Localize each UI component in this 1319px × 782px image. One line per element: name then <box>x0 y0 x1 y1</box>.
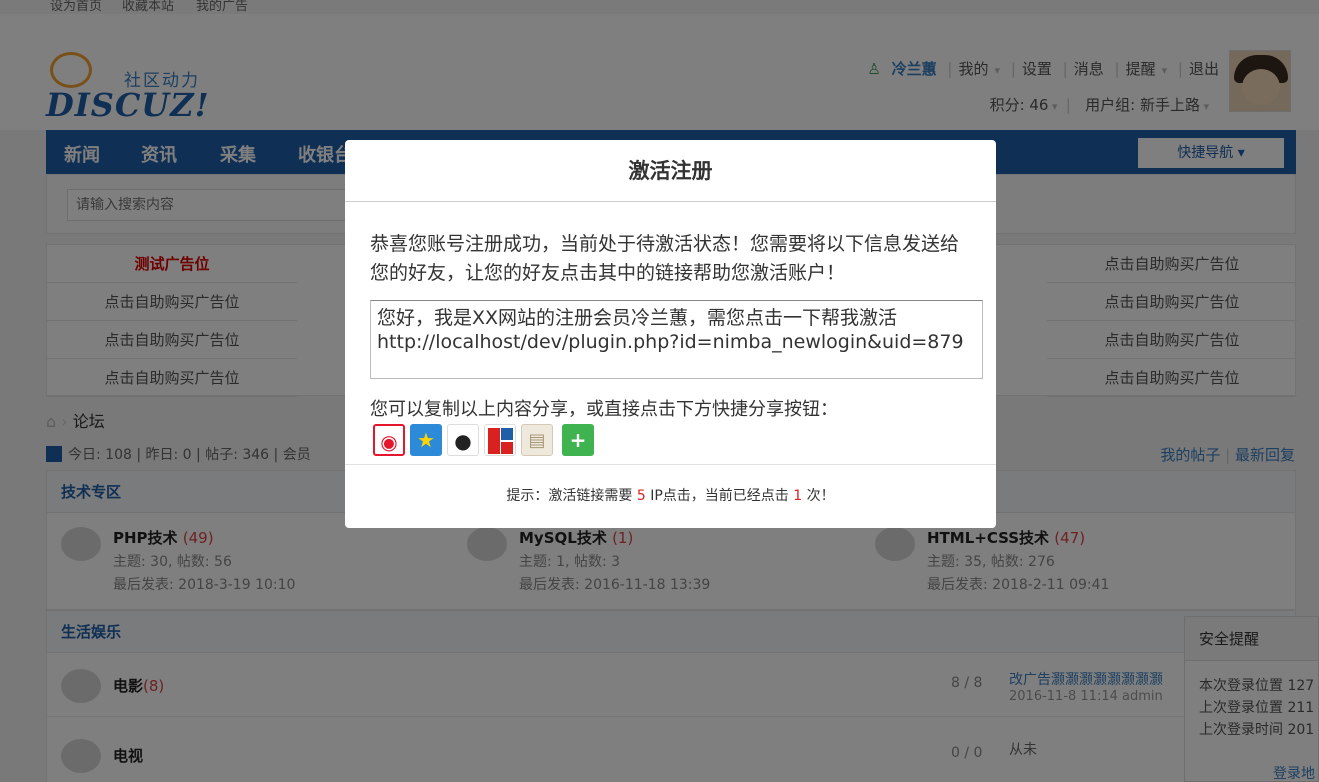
copy-icon[interactable]: ▤ <box>521 424 553 456</box>
dialog-title: 激活注册 <box>345 140 996 202</box>
renren-icon[interactable] <box>484 424 516 456</box>
activation-dialog: 激活注册 恭喜您账号注册成功，当前处于待激活状态！您需要将以下信息发送给您的好友… <box>345 140 996 528</box>
qzone-icon[interactable]: ★ <box>410 424 442 456</box>
copy-tip: 您可以复制以上内容分享，或直接点击下方快捷分享按钮： <box>370 399 838 420</box>
weibo-icon[interactable]: ◉ <box>373 424 405 456</box>
qq-icon[interactable]: ● <box>447 424 479 456</box>
current-clicks: 1 <box>793 488 803 504</box>
dialog-message: 恭喜您账号注册成功，当前处于待激活状态！您需要将以下信息发送给您的好友，让您的好… <box>370 233 960 284</box>
share-text-box[interactable] <box>370 300 983 379</box>
required-clicks: 5 <box>636 488 646 504</box>
dialog-footer: 提示：激活链接需要 5 IP点击，当前已经点击 1 次！ <box>345 464 996 528</box>
more-icon[interactable]: + <box>562 424 594 456</box>
